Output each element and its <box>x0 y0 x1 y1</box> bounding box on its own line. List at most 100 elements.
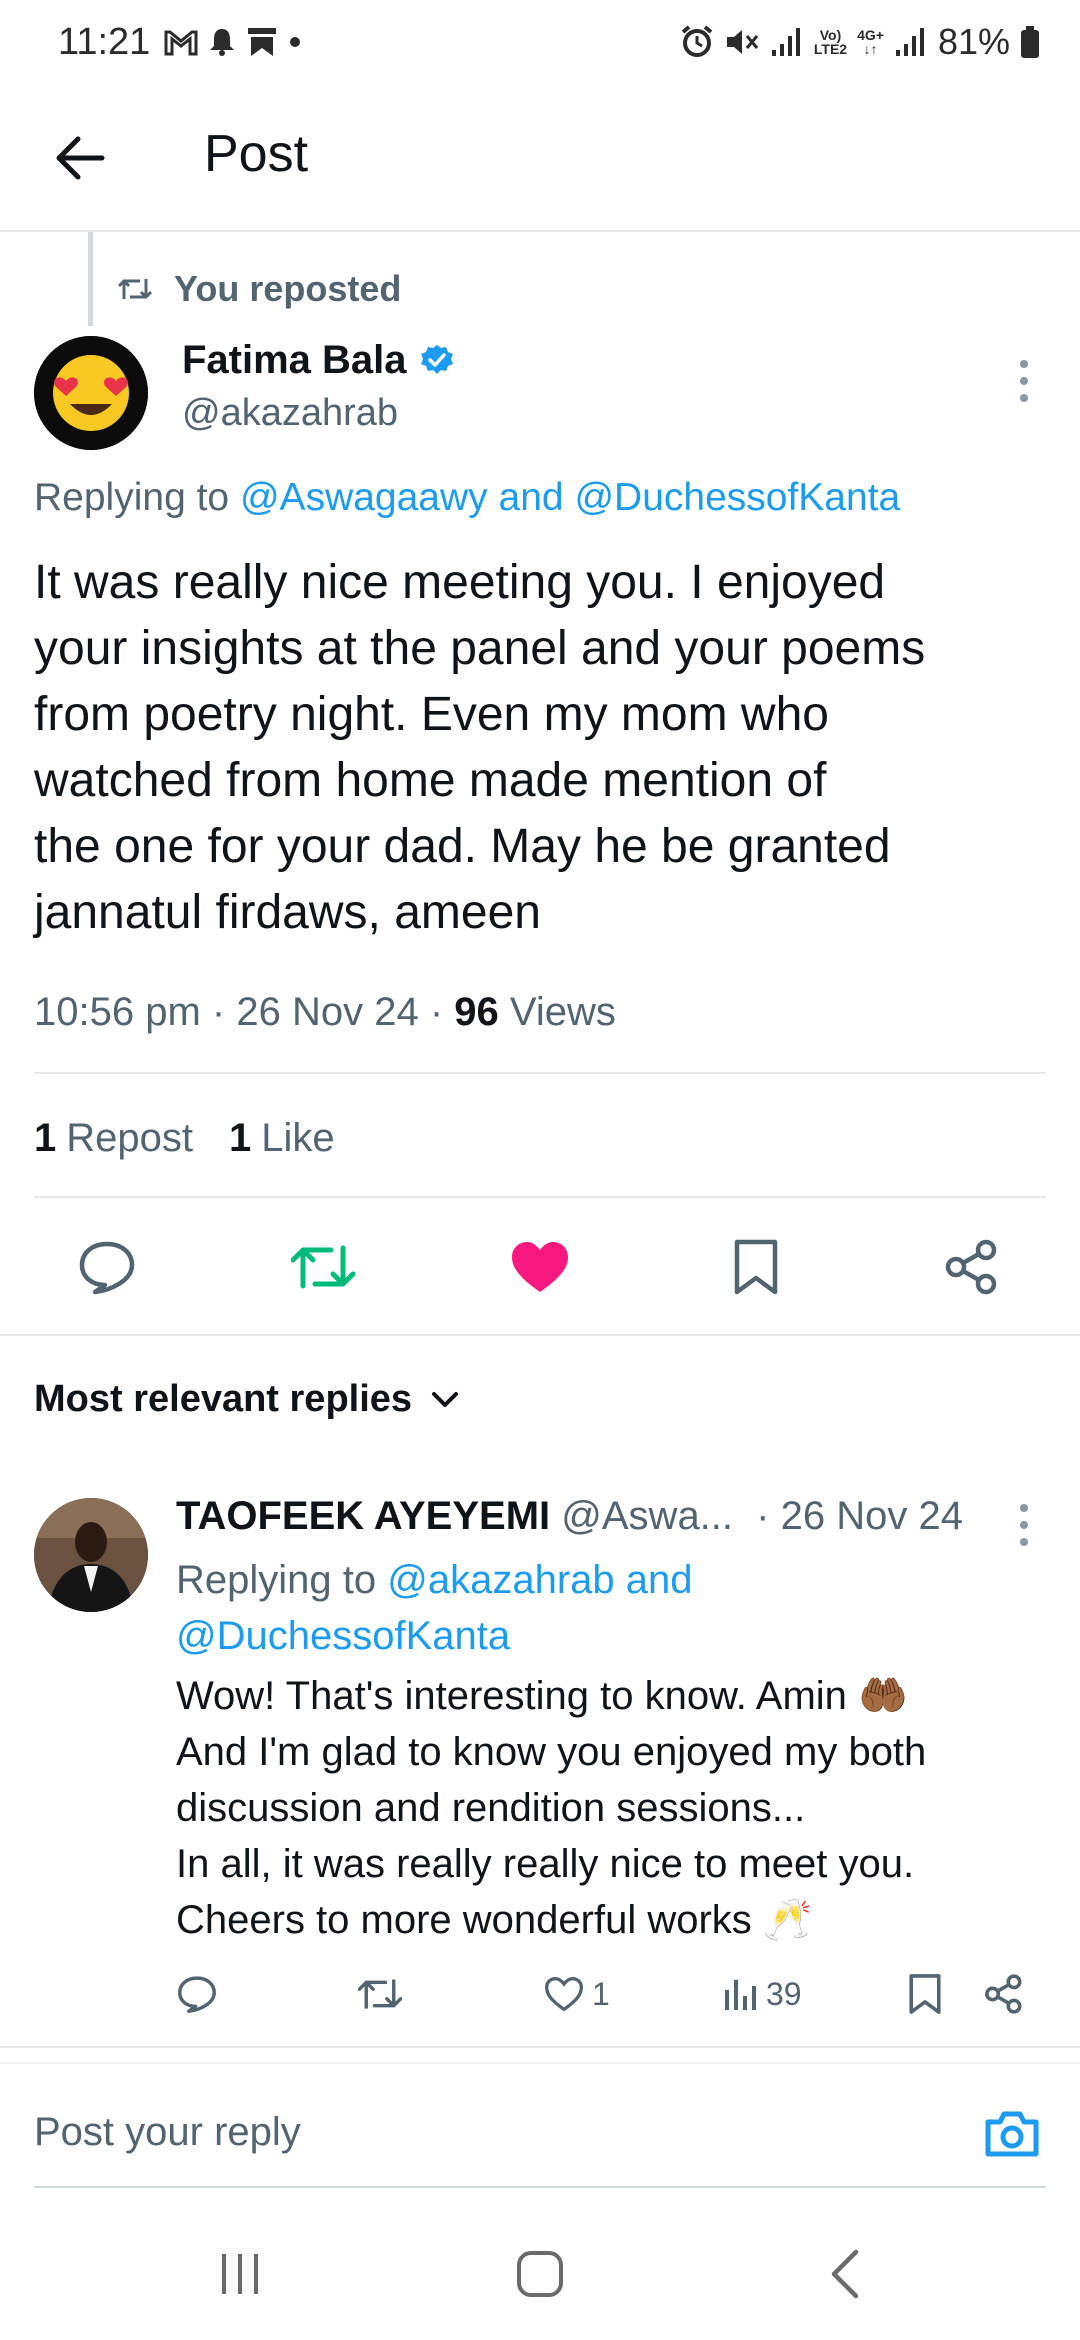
repost-context[interactable]: You reposted <box>118 268 401 310</box>
divider <box>34 1196 1046 1198</box>
heart-icon <box>544 1976 584 2012</box>
post-more-button[interactable] <box>1008 356 1040 406</box>
post-time: 10:56 pm <box>34 990 201 1034</box>
arrow-left-icon <box>56 136 105 180</box>
network-4g-label: 4G+ ↓↑ <box>857 27 884 57</box>
reply-header: TAOFEEK AYEYEMI @Aswa... · 26 Nov 24 <box>176 1494 963 1539</box>
like-count: 1 <box>229 1116 252 1160</box>
recent-apps-icon <box>222 2254 258 2294</box>
battery-percent: 81% <box>937 21 1010 62</box>
share-icon <box>985 1974 1022 2014</box>
top-app-bar: Post <box>0 84 1080 232</box>
alarm-icon <box>681 25 713 57</box>
replying-user-link[interactable]: @DuchessofKanta <box>176 1614 510 1658</box>
reply-reply-button[interactable] <box>176 1966 218 2022</box>
author-name-row[interactable]: Fatima Bala <box>182 338 455 383</box>
repost-icon <box>291 1245 355 1289</box>
page-title: Post <box>204 125 309 183</box>
sort-label: Most relevant replies <box>34 1378 413 1420</box>
more-vertical-icon <box>1020 360 1028 402</box>
reply-more-button[interactable] <box>1008 1500 1040 1550</box>
heart-icon <box>512 1242 568 1292</box>
thread-line <box>88 232 93 326</box>
post-stats: 1 Repost 1 Like <box>34 1116 335 1161</box>
home-button[interactable] <box>510 2244 570 2304</box>
back-nav-button[interactable] <box>814 2244 874 2304</box>
replying-prefix: Replying to <box>176 1558 377 1602</box>
reply-author-avatar[interactable] <box>34 1498 148 1612</box>
replying-user-link[interactable]: @akazahrab <box>387 1558 614 1602</box>
likes-stat[interactable]: 1 Like <box>229 1116 335 1161</box>
reply-like-button[interactable]: 1 <box>544 1966 610 2022</box>
author-handle[interactable]: @akazahrab <box>182 392 398 435</box>
recent-apps-button[interactable] <box>210 2244 270 2304</box>
reply-author-handle[interactable]: @Aswa... <box>561 1494 733 1538</box>
back-button[interactable] <box>50 128 110 188</box>
like-label: Like <box>261 1116 335 1160</box>
data-arrows-icon: ↓↑ <box>863 41 878 57</box>
comment-icon <box>178 1976 216 2013</box>
post-meta: 10:56 pm · 26 Nov 24 · 96 Views <box>34 990 616 1035</box>
composer-underline <box>34 2186 1046 2188</box>
reply-views-count: 39 <box>766 1975 802 2012</box>
divider <box>0 1334 1080 1336</box>
chevron-left-icon <box>831 2249 859 2299</box>
repost-context-label: You reposted <box>174 268 402 309</box>
replying-user-link[interactable]: @DuchessofKanta <box>574 476 900 519</box>
verified-badge-icon <box>420 344 453 374</box>
status-bar: 11:21 Vo) LTE2 4G+ ↓↑ 81% <box>0 0 1080 84</box>
camera-button[interactable] <box>984 2108 1040 2164</box>
repost-icon <box>118 279 152 299</box>
author-avatar[interactable] <box>34 336 148 450</box>
bookmark-icon <box>909 1974 941 2014</box>
heart-eyes-emoji-avatar <box>34 336 148 450</box>
meta-separator: · <box>211 990 226 1034</box>
divider <box>0 2046 1080 2048</box>
like-button[interactable] <box>505 1232 575 1302</box>
reply-repost-button[interactable] <box>358 1966 402 2022</box>
share-icon <box>945 1239 997 1295</box>
reply-like-count: 1 <box>592 1975 610 2012</box>
reposts-stat[interactable]: 1 Repost <box>34 1116 193 1161</box>
network-volte-label: Vo) LTE2 <box>813 27 848 57</box>
author-name: Fatima Bala <box>182 338 407 382</box>
post-date: 26 Nov 24 <box>236 990 419 1034</box>
replying-user-link[interactable]: @Aswagaawy <box>240 476 488 519</box>
views-chart-icon <box>725 1980 756 2010</box>
bookmark-notif-icon <box>248 28 277 56</box>
comment-icon <box>79 1241 135 1295</box>
reply-views-button[interactable]: 39 <box>722 1966 802 2022</box>
bookmark-button[interactable] <box>721 1232 791 1302</box>
home-icon <box>517 2251 563 2297</box>
status-time: 11:21 <box>58 20 151 63</box>
reply-share-button[interactable] <box>984 1966 1024 2022</box>
meta-separator: · <box>429 990 444 1034</box>
chevron-down-icon <box>432 1391 459 1407</box>
status-notification-icons <box>164 26 302 58</box>
reply-text: Wow! That's interesting to know. Amin 🤲🏾… <box>176 1674 927 1942</box>
reply-composer-input[interactable] <box>34 2110 934 2155</box>
reply-author-name[interactable]: TAOFEEK AYEYEMI <box>176 1494 550 1538</box>
share-button[interactable] <box>937 1232 1007 1302</box>
signal-icon <box>771 28 800 56</box>
reply-sort-selector[interactable]: Most relevant replies <box>34 1378 460 1421</box>
bookmark-icon <box>734 1239 778 1295</box>
repost-icon <box>358 1979 402 2009</box>
mute-icon <box>726 30 759 54</box>
replying-and: and <box>498 476 564 519</box>
repost-label: Repost <box>66 1116 193 1160</box>
repost-button[interactable] <box>288 1232 358 1302</box>
replying-to: Replying to @Aswagaawy and @DuchessofKan… <box>34 476 900 520</box>
reply-date: · 26 Nov 24 <box>756 1494 963 1538</box>
battery-icon <box>1021 26 1039 58</box>
reply-replying-to: Replying to @akazahrab and @DuchessofKan… <box>176 1552 996 1664</box>
divider <box>34 1072 1046 1074</box>
dot-icon <box>290 37 301 47</box>
reply-bookmark-button[interactable] <box>908 1966 942 2022</box>
more-vertical-icon <box>1020 1504 1028 1546</box>
status-right: Vo) LTE2 4G+ ↓↑ 81% <box>680 21 1040 63</box>
camera-icon <box>985 2111 1039 2157</box>
gmail-icon <box>164 30 198 56</box>
views-label: Views <box>509 990 616 1034</box>
reply-button[interactable] <box>72 1232 142 1302</box>
